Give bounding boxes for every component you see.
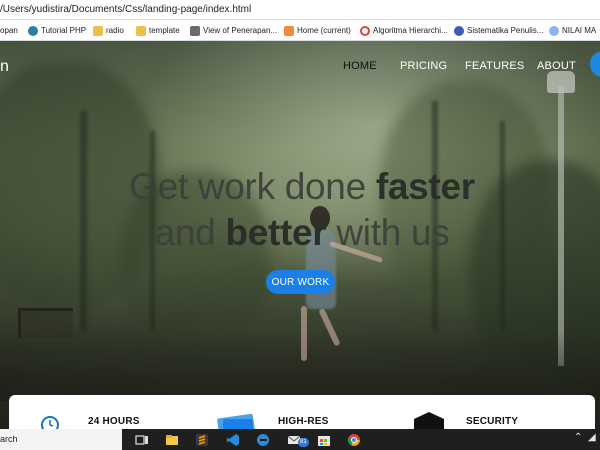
bookmark-item[interactable]: View of Penerapan... — [190, 24, 277, 37]
edge-icon[interactable] — [255, 432, 271, 447]
bookmark-label: template — [149, 26, 180, 35]
nav-home[interactable]: HOME — [343, 60, 377, 72]
wp-icon — [454, 25, 464, 36]
feature-high-res: HIGH-RES — [278, 416, 329, 427]
google-icon — [360, 25, 370, 36]
site-logo[interactable]: n — [0, 58, 9, 76]
shield-icon — [414, 412, 444, 429]
bookmarks-bar: opan Tutorial PHP radio template View of… — [0, 20, 600, 41]
bookmark-item[interactable]: template — [136, 24, 180, 37]
hero-text: and — [154, 212, 226, 253]
feature-security: SECURITY — [466, 416, 519, 427]
bookmark-item[interactable]: Tutorial PHP — [28, 24, 86, 37]
hero-text: with us — [326, 212, 450, 253]
folder-icon — [136, 25, 146, 36]
bookmark-item[interactable]: radio — [93, 24, 124, 37]
bookmark-label: Tutorial PHP — [41, 26, 87, 35]
feature-24-hours: 24 HOURS — [88, 416, 140, 427]
chrome-icon[interactable] — [346, 432, 362, 447]
vscode-icon[interactable] — [225, 432, 241, 447]
windows-taskbar: arch 81 ⌃ ◢ — [0, 429, 600, 450]
url-text[interactable]: /Users/yudistira/Documents/Css/landing-p… — [0, 4, 251, 15]
hero-emphasis: faster — [375, 166, 475, 207]
hero-text: Get work done — [129, 166, 376, 207]
bookmark-item[interactable]: opan — [0, 24, 18, 37]
mail-badge: 81 — [298, 438, 309, 447]
task-view-icon[interactable] — [134, 432, 150, 447]
bookmark-item[interactable]: Home (current) — [284, 24, 351, 37]
bookmark-label: Algoritma Hierarchi... — [373, 26, 448, 35]
bookmark-label: radio — [106, 26, 124, 35]
network-icon[interactable]: ◢ — [588, 432, 596, 443]
landing-page: n HOME PRICING FEATURES ABOUT Get work d… — [0, 41, 600, 429]
our-work-button[interactable]: OUR WORK — [266, 270, 335, 294]
tray-chevron-up-icon[interactable]: ⌃ — [574, 432, 582, 443]
folder-icon — [93, 25, 103, 36]
clock-icon — [41, 416, 59, 429]
search-input[interactable]: arch — [0, 434, 18, 444]
sublime-icon[interactable] — [194, 432, 210, 447]
cloud-icon — [549, 25, 559, 36]
bookmark-label: Sistematika Penulis... — [467, 26, 544, 35]
nav-about[interactable]: ABOUT — [537, 60, 576, 72]
nav-pricing[interactable]: PRICING — [400, 60, 447, 72]
hero-heading-line1: Get work done faster — [2, 166, 600, 208]
bookmark-label: NILAI MA — [562, 26, 597, 35]
bookmark-label: Home (current) — [297, 26, 351, 35]
features-panel: 24 HOURS HIGH-RES SECURITY — [9, 395, 595, 429]
bookmark-label: View of Penerapan... — [203, 26, 278, 35]
address-bar[interactable]: /Users/yudistira/Documents/Css/landing-p… — [0, 0, 600, 20]
bookmark-label: opan — [0, 26, 18, 35]
home-icon — [284, 25, 294, 36]
file-explorer-icon[interactable] — [164, 432, 180, 447]
globe-icon — [28, 25, 38, 36]
bookmark-item[interactable]: Algoritma Hierarchi... — [360, 24, 448, 37]
hero-heading-line2: and better with us — [2, 212, 600, 254]
bookmark-item[interactable]: NILAI MA — [549, 24, 596, 37]
document-icon — [190, 25, 200, 36]
store-icon[interactable] — [316, 432, 332, 447]
bookmark-item[interactable]: Sistematika Penulis... — [454, 24, 543, 37]
nav-features[interactable]: FEATURES — [465, 60, 524, 72]
taskbar-search[interactable]: arch — [0, 429, 122, 450]
image-icon — [217, 413, 255, 429]
screen: /Users/yudistira/Documents/Css/landing-p… — [0, 0, 600, 450]
hero-emphasis: better — [225, 212, 327, 253]
